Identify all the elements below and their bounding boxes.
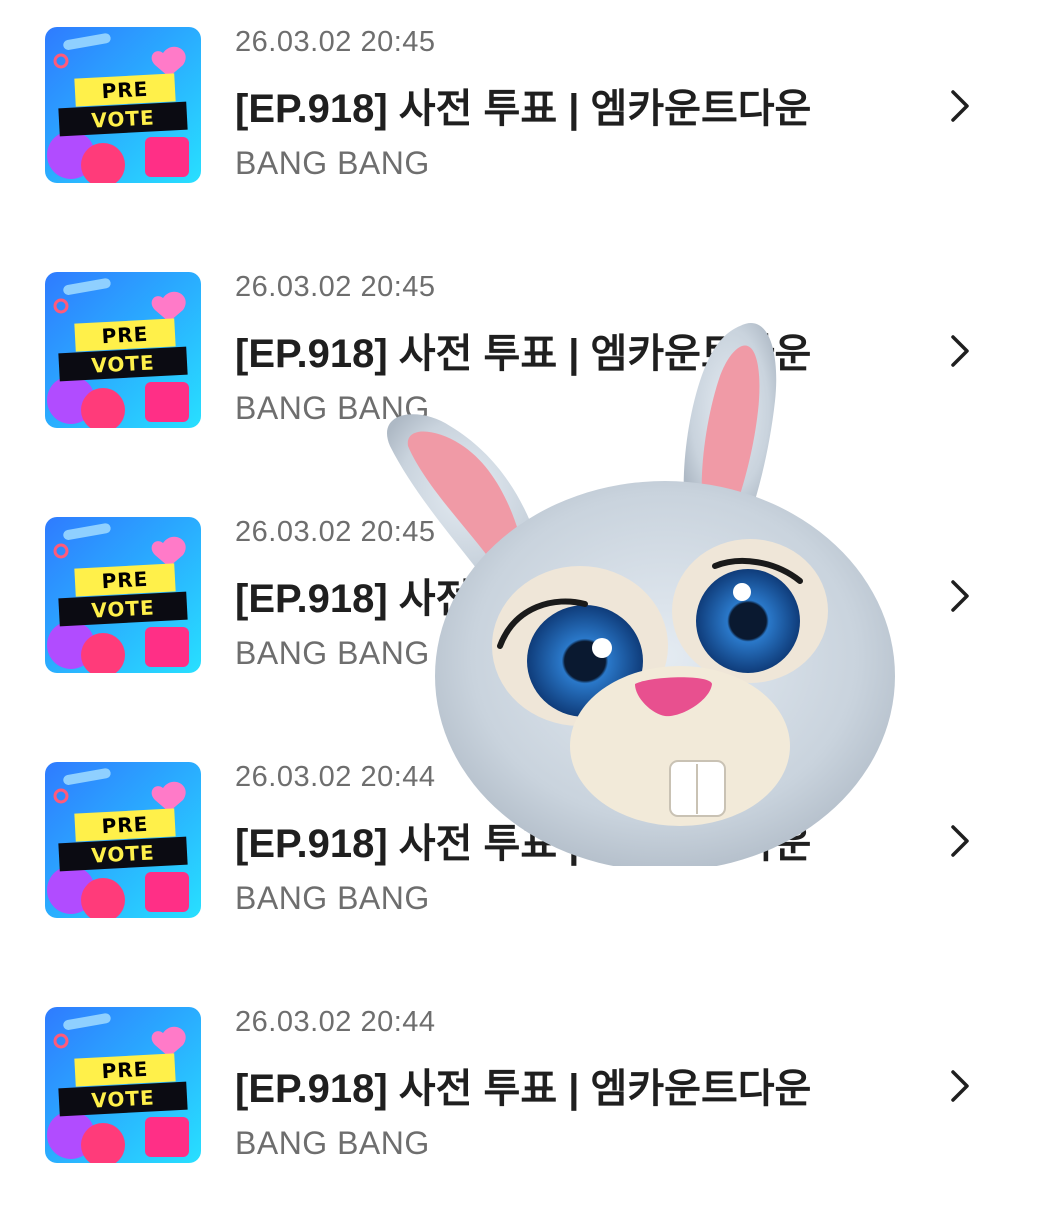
item-artist: BANG BANG [235, 880, 430, 916]
item-artist: BANG BANG [235, 145, 430, 181]
list-item[interactable]: PRE VOTE 26.03.02 20:45 [EP.918] 사전 투표 |… [0, 0, 1043, 245]
thumbnail-pre-label: PRE [74, 563, 176, 597]
thumbnail-pre-label: PRE [74, 808, 176, 842]
chevron-right-icon[interactable] [945, 576, 975, 616]
item-timestamp: 26.03.02 20:45 [235, 516, 436, 548]
item-artist: BANG BANG [235, 1125, 430, 1161]
list-item[interactable]: PRE VOTE 26.03.02 20:45 [EP.918] 사전 투표 |… [0, 245, 1043, 490]
list-item[interactable]: PRE VOTE 26.03.02 20:45 [EP.918] 사전 투표 |… [0, 490, 1043, 735]
episode-thumbnail: PRE VOTE [45, 517, 201, 673]
item-title: [EP.918] 사전 투표 | 엠카운트다운 [235, 577, 812, 621]
episode-list: PRE VOTE 26.03.02 20:45 [EP.918] 사전 투표 |… [0, 0, 1043, 1200]
item-title: [EP.918] 사전 투표 | 엠카운트다운 [235, 87, 812, 131]
item-title: [EP.918] 사전 투표 | 엠카운트다운 [235, 332, 812, 376]
episode-thumbnail: PRE VOTE [45, 762, 201, 918]
item-title: [EP.918] 사전 투표 | 엠카운트다운 [235, 1067, 812, 1111]
thumbnail-pre-label: PRE [74, 1053, 176, 1087]
episode-thumbnail: PRE VOTE [45, 272, 201, 428]
item-artist: BANG BANG [235, 390, 430, 426]
list-item[interactable]: PRE VOTE 26.03.02 20:44 [EP.918] 사전 투표 |… [0, 735, 1043, 980]
chevron-right-icon[interactable] [945, 331, 975, 371]
chevron-right-icon[interactable] [945, 821, 975, 861]
item-title: [EP.918] 사전 투표 | 엠카운트다운 [235, 822, 812, 866]
thumbnail-pre-label: PRE [74, 73, 176, 107]
item-timestamp: 26.03.02 20:45 [235, 271, 436, 303]
item-artist: BANG BANG [235, 635, 430, 671]
item-timestamp: 26.03.02 20:44 [235, 1006, 436, 1038]
item-timestamp: 26.03.02 20:45 [235, 26, 436, 58]
episode-thumbnail: PRE VOTE [45, 27, 201, 183]
list-item[interactable]: PRE VOTE 26.03.02 20:44 [EP.918] 사전 투표 |… [0, 980, 1043, 1225]
episode-thumbnail: PRE VOTE [45, 1007, 201, 1163]
item-timestamp: 26.03.02 20:44 [235, 761, 436, 793]
chevron-right-icon[interactable] [945, 86, 975, 126]
chevron-right-icon[interactable] [945, 1066, 975, 1106]
thumbnail-pre-label: PRE [74, 318, 176, 352]
